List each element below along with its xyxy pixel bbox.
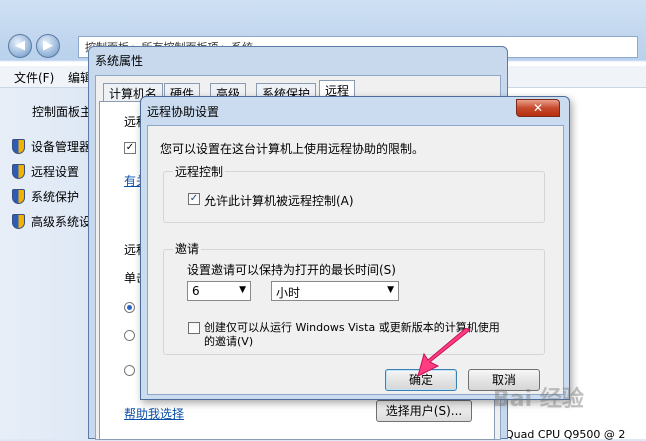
sidebar-item-remote-settings[interactable]: 远程设置	[12, 163, 79, 180]
sidebar-item-system-protection[interactable]: 系统保护	[12, 188, 79, 205]
menu-file[interactable]: 文件(F)	[14, 69, 54, 86]
vista-only-invitation-checkbox[interactable]	[188, 322, 200, 334]
cpu-info-text: Quad CPU Q9500 @ 2	[505, 428, 626, 441]
shield-icon	[12, 189, 25, 204]
back-button[interactable]: ◀	[8, 34, 32, 58]
sidebar-item-device-manager[interactable]: 设备管理器	[12, 138, 91, 155]
forward-button[interactable]: ▶	[36, 34, 60, 58]
window-title: 系统属性	[95, 54, 144, 68]
time-value-select[interactable]: 6 ▼	[187, 281, 251, 301]
dialog-intro-text: 您可以设置在这台计算机上使用远程协助的限制。	[160, 142, 425, 156]
allow-remote-control-label: 允许此计算机被远程控制(A)	[204, 194, 354, 208]
close-icon: ✕	[532, 101, 544, 115]
shield-icon	[12, 214, 25, 229]
select-users-button[interactable]: 选择用户(S)...	[376, 400, 472, 422]
baidu-watermark: Bai 经验	[493, 387, 584, 412]
chevron-down-icon: ▼	[387, 285, 394, 295]
remote-desktop-radio-1[interactable]	[124, 302, 135, 313]
help-me-choose-link[interactable]: 帮助我选择	[124, 405, 184, 422]
vista-only-invitation-label-line2: 的邀请(V)	[204, 335, 254, 348]
pointer-arrow-annotation	[417, 328, 471, 377]
max-time-label: 设置邀请可以保持为打开的最长时间(S)	[187, 263, 396, 277]
remote-assistance-settings-dialog: 远程协助设置 ✕ 您可以设置在这台计算机上使用远程协助的限制。 远程控制 ✓ 允…	[140, 96, 570, 400]
allow-remote-control-checkbox[interactable]: ✓	[188, 193, 200, 205]
remote-control-group-label: 远程控制	[173, 163, 226, 180]
shield-icon	[12, 139, 25, 154]
invitations-group-label: 邀请	[173, 240, 202, 257]
chevron-down-icon: ▼	[239, 285, 246, 295]
close-button[interactable]: ✕	[516, 99, 560, 117]
shield-icon	[12, 164, 25, 179]
remote-desktop-radio-2[interactable]	[124, 330, 135, 341]
dialog-title: 远程协助设置	[147, 105, 220, 119]
remote-assistance-checkbox[interactable]: ✓	[124, 142, 136, 154]
time-unit-select[interactable]: 小时 ▼	[271, 281, 399, 301]
remote-desktop-radio-3[interactable]	[124, 365, 135, 376]
